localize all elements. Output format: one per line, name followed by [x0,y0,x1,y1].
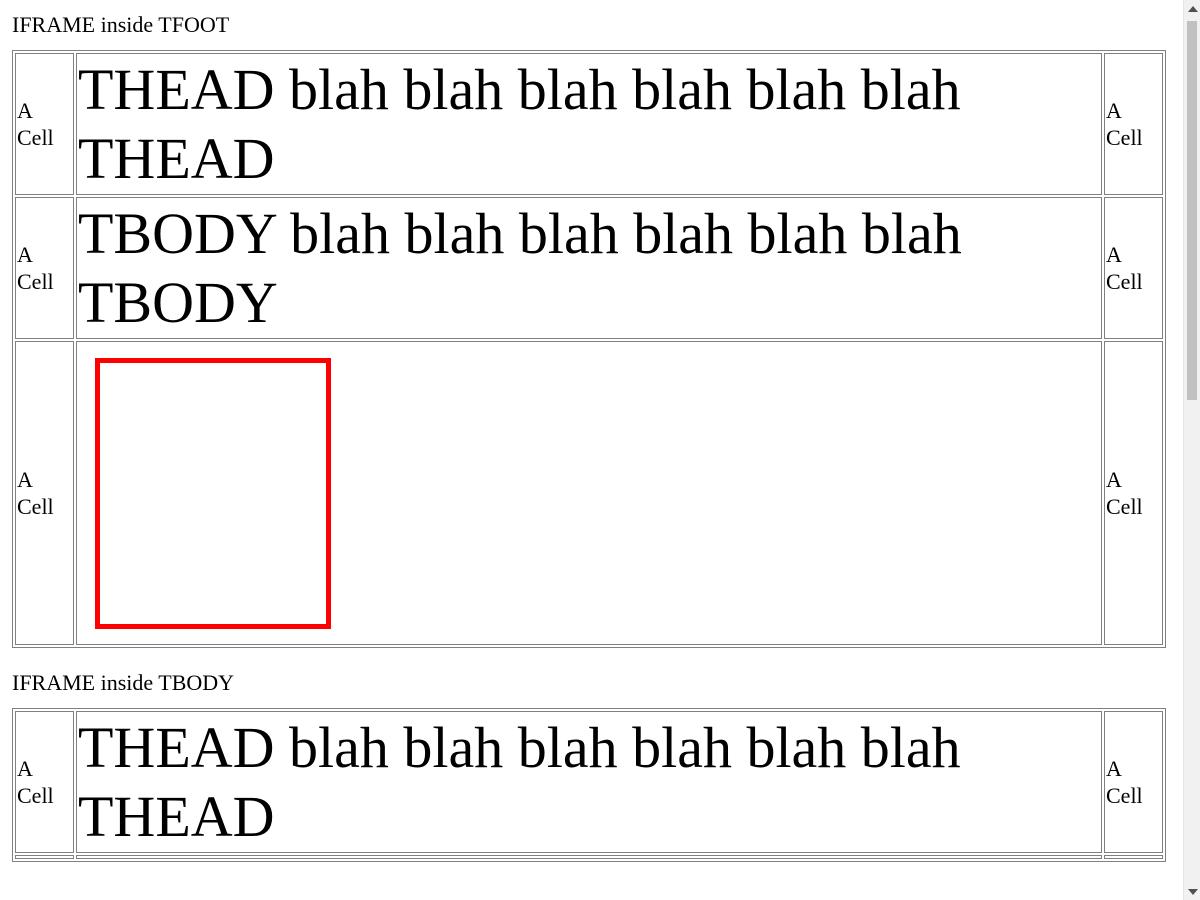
cell-right [1104,855,1163,859]
cell-iframe-container [76,341,1102,645]
page-content: IFRAME inside TFOOT A Cell THEAD blah bl… [0,12,1183,862]
scrollbar-thumb[interactable] [1187,21,1197,400]
table-row-tbody: A Cell TBODY blah blah blah blah blah bl… [15,197,1163,339]
section-label-tbody: IFRAME inside TBODY [12,670,235,695]
cell-thead-text: THEAD blah blah blah blah blah blah THEA… [76,53,1102,195]
table-row-thead: A Cell THEAD blah blah blah blah blah bl… [15,711,1163,853]
table-row-thead: A Cell THEAD blah blah blah blah blah bl… [15,53,1163,195]
cell-left: A Cell [15,197,74,339]
demo-table-tbody: A Cell THEAD blah blah blah blah blah bl… [12,708,1166,862]
scroll-down-arrow-icon[interactable] [1184,883,1200,900]
table-row-tfoot: A Cell A Cell [15,341,1163,645]
cell-tbody-text [76,855,1102,859]
scroll-up-arrow-icon[interactable] [1184,0,1200,17]
cell-left [15,855,74,859]
cell-thead-text: THEAD blah blah blah blah blah blah THEA… [76,711,1102,853]
page-viewport: IFRAME inside TFOOT A Cell THEAD blah bl… [0,0,1183,900]
cell-right: A Cell [1104,197,1163,339]
cell-right: A Cell [1104,53,1163,195]
cell-right: A Cell [1104,341,1163,645]
cell-left: A Cell [15,711,74,853]
cell-right: A Cell [1104,711,1163,853]
demo-table-tfoot: A Cell THEAD blah blah blah blah blah bl… [12,50,1166,648]
cell-tbody-text: TBODY blah blah blah blah blah blah TBOD… [76,197,1102,339]
vertical-scrollbar[interactable] [1183,0,1200,900]
cell-left: A Cell [15,53,74,195]
section-label-tfoot: IFRAME inside TFOOT [12,12,230,37]
cell-left: A Cell [15,341,74,645]
embedded-iframe[interactable] [95,357,331,629]
table-row-tbody [15,855,1163,859]
